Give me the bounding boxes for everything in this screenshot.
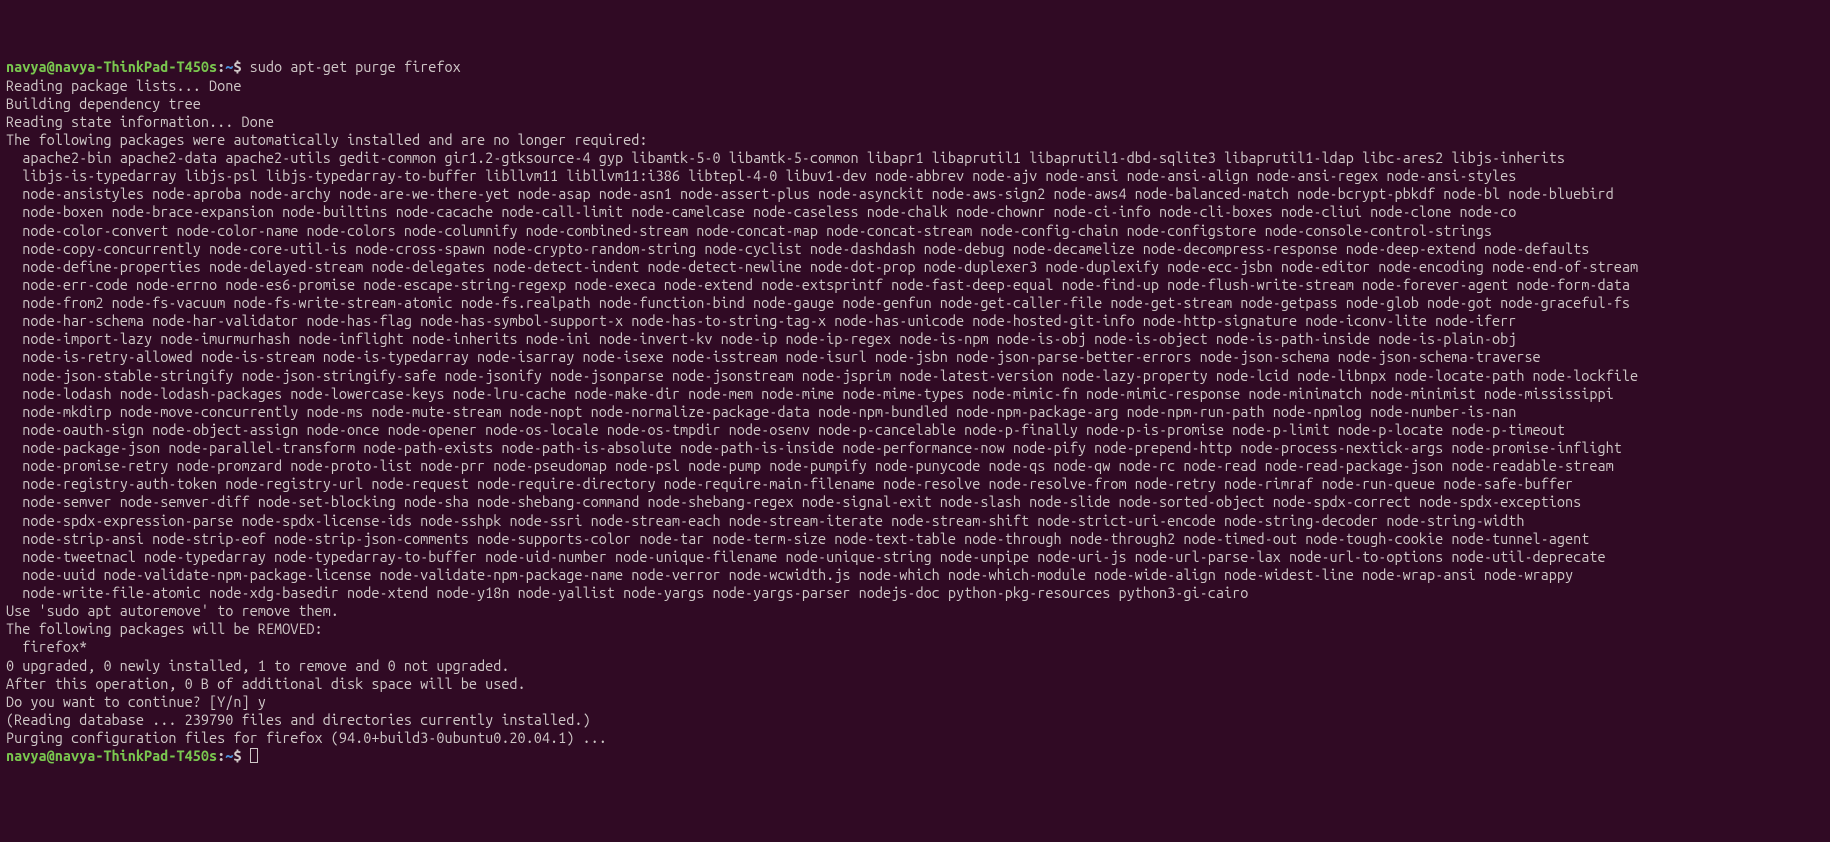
output-line: node-strip-ansi node-strip-eof node-stri… [6,530,1589,547]
output-line: node-write-file-atomic node-xdg-basedir … [6,584,1248,601]
output-line: Building dependency tree [6,95,201,112]
prompt-colon: : [217,747,225,764]
output-line: Purging configuration files for firefox … [6,729,607,746]
output-line: node-from2 node-fs-vacuum node-fs-write-… [6,294,1630,311]
prompt-line-2: navya@navya-ThinkPad-T450s:~$ [6,747,258,764]
prompt-userhost: navya@navya-ThinkPad-T450s [6,747,217,764]
output-line: node-copy-concurrently node-core-util-is… [6,240,1589,257]
output-line: After this operation, 0 B of additional … [6,675,526,692]
output-line: node-uuid node-validate-npm-package-lice… [6,566,1573,583]
prompt-line-1: navya@navya-ThinkPad-T450s:~$ sudo apt-g… [6,58,461,75]
output-line: node-color-convert node-color-name node-… [6,222,1492,239]
output-line: node-boxen node-brace-expansion node-bui… [6,203,1516,220]
output-line: node-spdx-expression-parse node-spdx-lic… [6,512,1524,529]
output-line: node-registry-auth-token node-registry-u… [6,475,1573,492]
output-line: 0 upgraded, 0 newly installed, 1 to remo… [6,657,509,674]
output-line: node-semver node-semver-diff node-set-bl… [6,493,1581,510]
output-line: Use 'sudo apt autoremove' to remove them… [6,602,339,619]
output-line: libjs-is-typedarray libjs-psl libjs-type… [6,167,1516,184]
command-text: sudo apt-get purge firefox [250,58,461,75]
prompt-userhost: navya@navya-ThinkPad-T450s [6,58,217,75]
output-line: node-tweetnacl node-typedarray node-type… [6,548,1606,565]
output-line: node-import-lazy node-imurmurhash node-i… [6,330,1516,347]
output-line: Reading state information... Done [6,113,274,130]
output-line: node-promise-retry node-promzard node-pr… [6,457,1614,474]
output-line: The following packages were automaticall… [6,131,647,148]
prompt-path: ~ [225,747,233,764]
output-line: node-json-stable-stringify node-json-str… [6,367,1638,384]
output-line: node-define-properties node-delayed-stre… [6,258,1638,275]
output-line: node-package-json node-parallel-transfor… [6,439,1622,456]
output-line: node-har-schema node-har-validator node-… [6,312,1516,329]
prompt-dollar: $ [233,747,241,764]
output-line: node-mkdirp node-move-concurrently node-… [6,403,1516,420]
terminal-output[interactable]: navya@navya-ThinkPad-T450s:~$ sudo apt-g… [6,58,1824,765]
output-line: Reading package lists... Done [6,77,241,94]
output-line: (Reading database ... 239790 files and d… [6,711,591,728]
output-line: apache2-bin apache2-data apache2-utils g… [6,149,1565,166]
output-line: node-err-code node-errno node-es6-promis… [6,276,1630,293]
cursor-icon [250,748,258,763]
output-line: Do you want to continue? [Y/n] y [6,693,266,710]
output-line: The following packages will be REMOVED: [6,620,323,637]
output-line: firefox* [6,638,87,655]
output-line: node-ansistyles node-aproba node-archy n… [6,185,1614,202]
output-line: node-lodash node-lodash-packages node-lo… [6,385,1614,402]
output-line: node-is-retry-allowed node-is-stream nod… [6,348,1541,365]
output-line: node-oauth-sign node-object-assign node-… [6,421,1565,438]
prompt-dollar: $ [233,58,241,75]
